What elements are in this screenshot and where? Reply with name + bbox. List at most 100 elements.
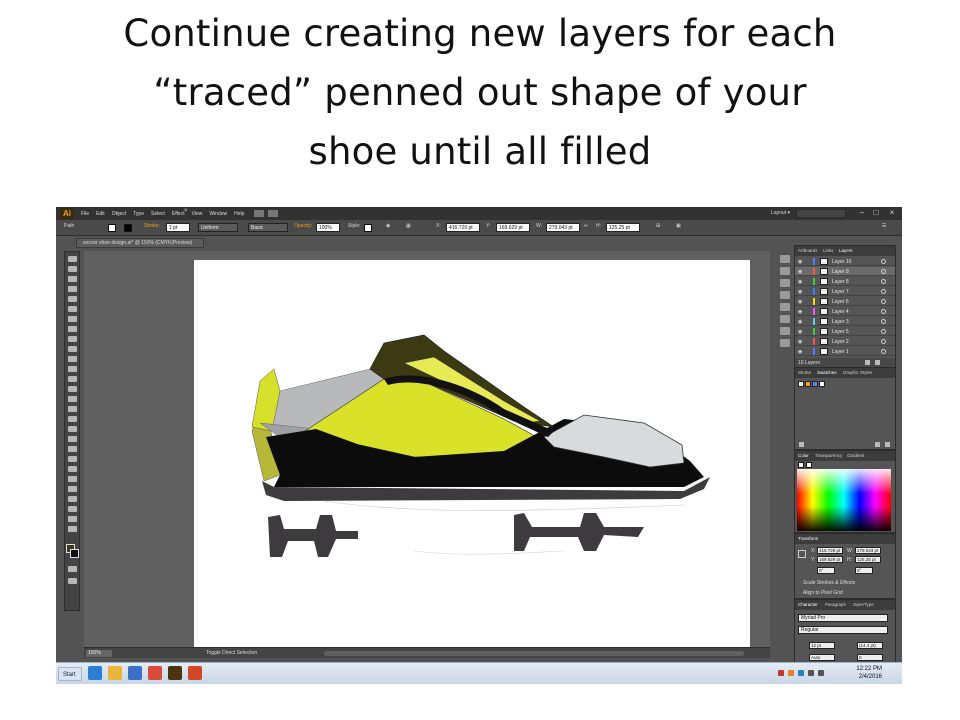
links-icon[interactable] [780, 327, 790, 335]
layer-row[interactable]: ◉ Layer 9 [795, 267, 895, 276]
tab-layers[interactable]: Layers [839, 248, 853, 253]
tab-links[interactable]: Links [823, 248, 834, 253]
minimize-button[interactable]: – [856, 208, 868, 218]
leading-field[interactable]: (14.4 pt) [857, 642, 883, 649]
zoom-field[interactable]: 150% [86, 650, 112, 657]
close-button[interactable]: × [886, 208, 898, 218]
rectangle-tool-icon[interactable] [68, 326, 77, 332]
transform-w-field[interactable]: 279.043 pt [855, 547, 881, 554]
stroke-swatch[interactable] [124, 224, 132, 232]
variable-width-profile[interactable]: Uniform [198, 223, 238, 232]
swatch[interactable] [819, 381, 825, 387]
visibility-eye-icon[interactable]: ◉ [798, 319, 802, 325]
rotate-tool-icon[interactable] [68, 376, 77, 382]
visibility-eye-icon[interactable]: ◉ [798, 339, 802, 345]
zoom-tool-icon[interactable] [68, 526, 77, 532]
width-field[interactable]: 279.043 pt [546, 223, 580, 232]
layer-target-icon[interactable] [881, 299, 886, 304]
opacity-field[interactable]: 100% [316, 223, 340, 232]
line-tool-icon[interactable] [68, 316, 77, 322]
layer-name[interactable]: Layer 2 [832, 339, 849, 345]
x-position-field[interactable]: 416.729 pt [446, 223, 480, 232]
delete-layer-icon[interactable] [875, 360, 880, 365]
lasso-tool-icon[interactable] [68, 286, 77, 292]
tracking-field[interactable]: 0 [857, 654, 883, 661]
layer-row[interactable]: ◉ Layer 5 [795, 327, 895, 336]
eyedropper-tool-icon[interactable] [68, 456, 77, 462]
gradient-tool-icon[interactable] [68, 446, 77, 452]
tray-icon[interactable] [798, 670, 804, 676]
layer-target-icon[interactable] [881, 259, 886, 264]
font-size-field[interactable]: 12 pt [809, 642, 835, 649]
front-stud-plate[interactable] [514, 513, 644, 551]
height-field[interactable]: 125.25 pt [606, 223, 640, 232]
clock-time[interactable]: 12:22 PM [856, 666, 882, 672]
horizontal-scrollbar[interactable] [324, 651, 744, 656]
arrange-documents-icon[interactable] [268, 210, 279, 217]
help-search-input[interactable] [796, 209, 846, 218]
clock-date[interactable]: 2/4/2016 [859, 674, 882, 680]
isolate-icon[interactable]: ▣ [676, 224, 681, 229]
layer-row[interactable]: ◉ Layer 2 [795, 337, 895, 346]
swatch[interactable] [805, 381, 811, 387]
constrain-proportions-icon[interactable]: ∞ [584, 224, 588, 229]
tab-artboards[interactable]: Artboards [798, 248, 818, 253]
pen-tool-icon[interactable] [68, 296, 77, 302]
swatch[interactable] [798, 381, 804, 387]
paintbrush-tool-icon[interactable] [68, 336, 77, 342]
selection-tool-icon[interactable] [68, 256, 77, 262]
delete-swatch-icon[interactable] [885, 442, 890, 447]
layer-name[interactable]: Layer 10 [832, 259, 851, 265]
tray-icon[interactable] [788, 670, 794, 676]
tray-icon[interactable] [778, 670, 784, 676]
tab-swatches[interactable]: Swatches [817, 370, 837, 375]
brushes-icon[interactable] [780, 267, 790, 275]
appearance-icon[interactable] [780, 291, 790, 299]
tab-gradient[interactable]: Gradient [847, 453, 864, 458]
y-position-field[interactable]: 169.629 pt [496, 223, 530, 232]
menu-help[interactable]: Help [234, 211, 244, 217]
tab-stroke[interactable]: Stroke [798, 370, 811, 375]
eraser-tool-icon[interactable] [68, 366, 77, 372]
shape-builder-tool-icon[interactable] [68, 416, 77, 422]
layer-row[interactable]: ◉ Layer 3 [795, 317, 895, 326]
blend-tool-icon[interactable] [68, 466, 77, 472]
layer-name[interactable]: Layer 4 [832, 309, 849, 315]
type-tool-icon[interactable] [68, 306, 77, 312]
align-icon[interactable]: ▦ [406, 224, 411, 229]
stroke-weight-field[interactable]: 1 pt [166, 223, 190, 232]
magic-wand-tool-icon[interactable] [68, 276, 77, 282]
tab-color[interactable]: Color [798, 453, 809, 458]
menu-effect[interactable]: Effect [172, 211, 185, 217]
network-icon[interactable] [808, 670, 814, 676]
visibility-eye-icon[interactable]: ◉ [798, 269, 802, 275]
menu-window[interactable]: Window [209, 211, 227, 217]
volume-icon[interactable] [818, 670, 824, 676]
visibility-eye-icon[interactable]: ◉ [798, 289, 802, 295]
stroke-color-icon[interactable] [70, 549, 79, 558]
visibility-eye-icon[interactable]: ◉ [798, 309, 802, 315]
layer-row[interactable]: ◉ Layer 7 [795, 287, 895, 296]
layer-name[interactable]: Layer 5 [832, 329, 849, 335]
layer-row[interactable]: ◉ Layer 6 [795, 297, 895, 306]
layer-row[interactable]: ◉ Layer 8 [795, 277, 895, 286]
explorer-taskbar-icon[interactable] [108, 666, 122, 680]
rotate-field[interactable]: 0° [817, 567, 835, 574]
align-panel-icon[interactable] [780, 303, 790, 311]
width-tool-icon[interactable] [68, 396, 77, 402]
blob-brush-tool-icon[interactable] [68, 356, 77, 362]
pathfinder-icon[interactable] [780, 315, 790, 323]
layer-row[interactable]: ◉ Layer 1 [795, 347, 895, 356]
layer-target-icon[interactable] [881, 279, 886, 284]
image-trace-icon[interactable] [780, 339, 790, 347]
canvas-area[interactable] [84, 251, 770, 647]
artboard-tool-icon[interactable] [68, 496, 77, 502]
layer-name[interactable]: Layer 1 [832, 349, 849, 355]
symbols-icon[interactable] [780, 279, 790, 287]
pencil-tool-icon[interactable] [68, 346, 77, 352]
menu-object[interactable]: Object [112, 211, 126, 217]
visibility-eye-icon[interactable]: ◉ [798, 329, 802, 335]
color-spectrum[interactable] [797, 469, 891, 531]
column-graph-tool-icon[interactable] [68, 486, 77, 492]
kerning-field[interactable]: Auto [809, 654, 835, 661]
